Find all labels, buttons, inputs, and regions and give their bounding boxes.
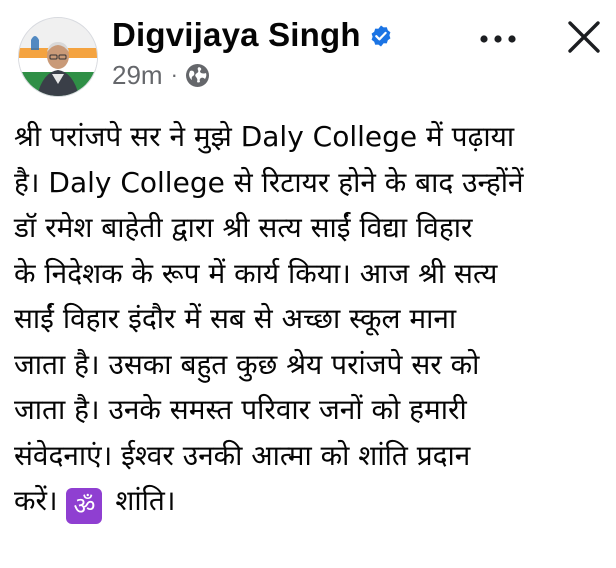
post-text-line: है। Daly College से रिटायर होने के बाद उ…	[14, 165, 524, 199]
post-text-line: साईं विहार इंदौर में सब से अच्छा स्कूल म…	[14, 302, 457, 335]
more-options-button[interactable]	[472, 19, 524, 59]
more-dots-icon	[480, 35, 516, 43]
verified-badge-icon	[369, 24, 393, 48]
author-row: Digvijaya Singh	[112, 13, 472, 57]
post-text-line: डॉ रमेश बाहेती द्वारा श्री सत्य साईं विद…	[14, 211, 473, 244]
post-timestamp[interactable]: 29m	[112, 60, 163, 90]
post-text-line: जाता है। उनके समस्त परिवार जनों को हमारी	[14, 393, 467, 426]
post-text-last-prefix: करें।	[14, 484, 58, 517]
post-text-line: के निदेशक के रूप में कार्य किया। आज श्री…	[14, 256, 498, 290]
close-button[interactable]	[562, 15, 606, 59]
facebook-post: Digvijaya Singh 29m · श्री परांजपे सर ने…	[0, 0, 616, 568]
om-emoji: ॐ	[66, 488, 103, 524]
post-text-last-line: करें। ॐ शांति।	[14, 484, 176, 524]
author-name[interactable]: Digvijaya Singh	[112, 15, 361, 55]
post-body-text: श्री परांजपे सर ने मुझे Daly College में…	[14, 114, 604, 524]
post-text-line: श्री परांजपे सर ने मुझे Daly College में…	[14, 120, 515, 153]
post-meta: 29m ·	[112, 57, 472, 93]
avatar[interactable]	[18, 17, 98, 97]
author-block: Digvijaya Singh 29m ·	[112, 13, 472, 93]
post-text-line: जाता है। उसका बहुत कुछ श्रेय परांजपे सर …	[14, 347, 480, 381]
meta-separator: ·	[170, 62, 178, 87]
close-icon	[568, 21, 600, 53]
post-text-line: संवेदनाएं। ईश्वर उनकी आत्मा को शांति प्र…	[14, 438, 471, 472]
post-text-last-suffix: शांति।	[115, 484, 176, 517]
globe-icon[interactable]	[185, 63, 210, 88]
avatar-image	[19, 18, 97, 96]
post-header: Digvijaya Singh 29m ·	[14, 13, 604, 97]
